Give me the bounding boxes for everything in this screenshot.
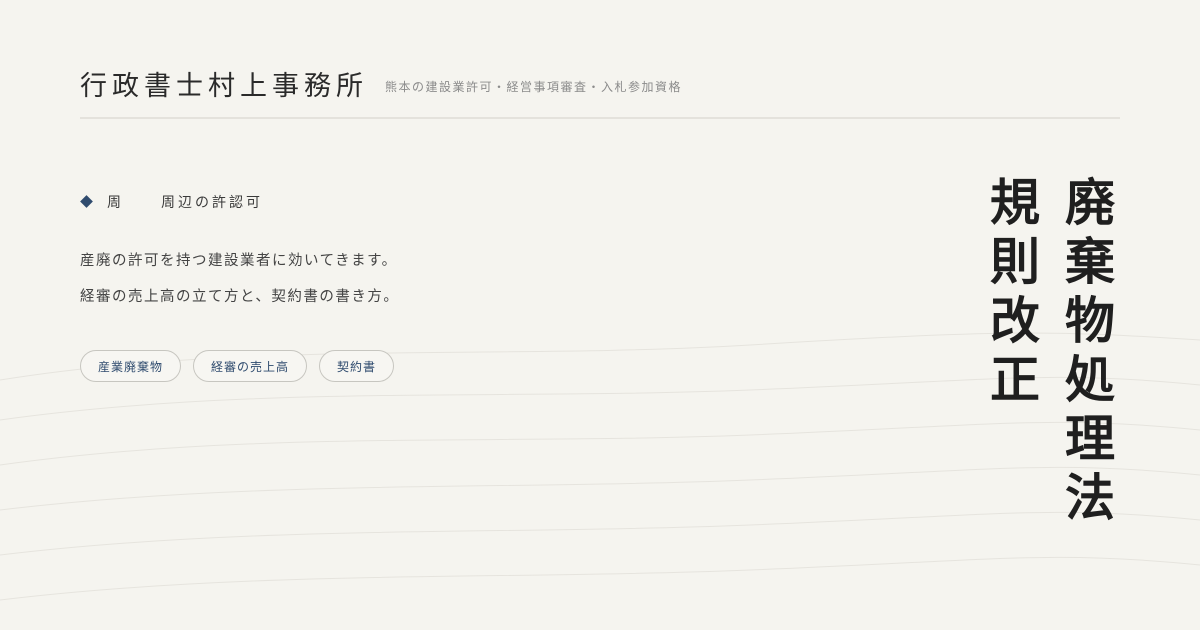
- header-divider: [80, 117, 1120, 119]
- category-label: 周 周辺の許認可: [80, 192, 263, 212]
- tag-keishin-uriage[interactable]: 経審の売上高: [193, 350, 308, 382]
- office-name: 行政書士村上事務所: [80, 71, 368, 102]
- diamond-icon: [80, 195, 93, 208]
- description-line-2: 経審の売上高の立て方と、契約書の書き方。: [80, 289, 400, 305]
- tag-list: 産業廃棄物 経審の売上高 契約書: [80, 350, 395, 382]
- main-title-line-2: 規則改正: [982, 176, 1041, 412]
- description-line-1: 産廃の許可を持つ建設業者に効いてきます。: [80, 253, 398, 269]
- office-tagline: 熊本の建設業許可・経営事項審査・入札参加資格: [385, 80, 683, 94]
- tag-sangyo-haikibutsu[interactable]: 産業廃棄物: [80, 350, 182, 382]
- main-title-line-1: 廃棄物処理法: [1057, 176, 1116, 530]
- category-short: 周: [107, 195, 124, 211]
- category-name: 周辺の許認可: [161, 195, 263, 211]
- site-header: 行政書士村上事務所 熊本の建設業許可・経営事項審査・入札参加資格: [80, 62, 1120, 102]
- tag-keiyakusho[interactable]: 契約書: [319, 350, 395, 382]
